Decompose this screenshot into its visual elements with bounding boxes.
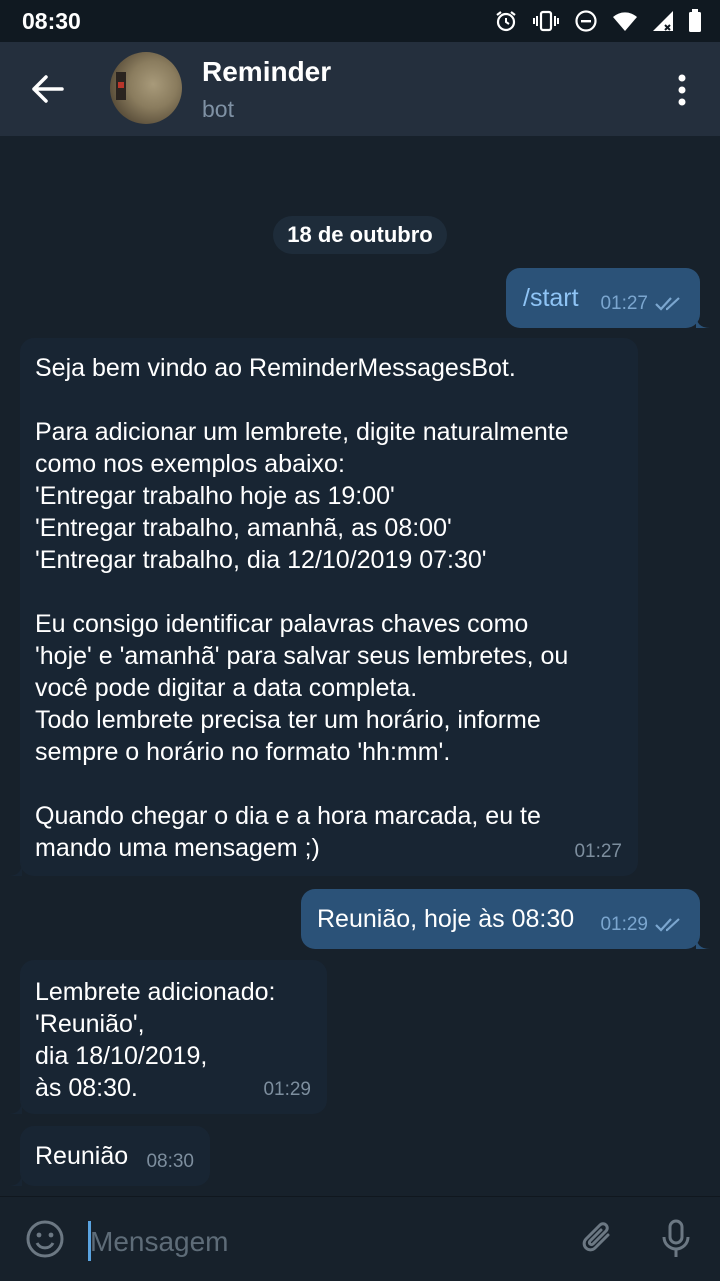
wifi-icon	[613, 12, 637, 31]
message-text: Seja bem vindo ao ReminderMessagesBot. P…	[35, 354, 569, 862]
smile-icon	[26, 1220, 64, 1258]
attach-button[interactable]	[578, 1217, 618, 1261]
do-not-disturb-icon	[575, 10, 597, 32]
status-bar: 08:30	[0, 0, 720, 42]
status-time: 08:30	[22, 8, 81, 34]
microphone-icon	[662, 1219, 690, 1257]
message-time: 01:29	[263, 1079, 311, 1100]
double-check-icon	[655, 297, 680, 311]
message-input[interactable]	[88, 1219, 552, 1265]
more-menu-button[interactable]	[670, 70, 694, 110]
bubble-tail	[8, 1100, 22, 1114]
signal-icon	[653, 11, 673, 31]
message-bubble-incoming[interactable]: Lembrete adicionado: 'Reunião', dia 18/1…	[20, 960, 327, 1114]
message-time: 01:27	[574, 841, 622, 862]
vibrate-icon	[533, 10, 559, 32]
message-bubble-outgoing[interactable]: /start 01:27	[506, 268, 700, 328]
message-time: 01:27	[600, 293, 648, 314]
alarm-icon	[496, 11, 516, 32]
more-vertical-icon	[678, 74, 686, 106]
avatar[interactable]	[110, 52, 182, 124]
message-time: 08:30	[146, 1151, 194, 1172]
bubble-tail	[696, 935, 710, 949]
bubble-tail	[696, 314, 710, 328]
message-meta: 08:30	[146, 1146, 194, 1178]
battery-icon	[689, 9, 701, 32]
emoji-button[interactable]	[25, 1219, 65, 1259]
message-meta: 01:29	[263, 1074, 311, 1106]
back-button[interactable]	[26, 69, 70, 109]
message-meta: 01:27	[600, 288, 684, 320]
message-time: 01:29	[600, 914, 648, 935]
double-check-icon	[655, 918, 680, 932]
chat-title[interactable]: Reminder	[202, 56, 331, 88]
message-composer	[0, 1196, 720, 1281]
bubble-tail	[8, 1172, 22, 1186]
microphone-button[interactable]	[660, 1217, 692, 1261]
arrow-left-icon	[32, 75, 64, 103]
status-icons	[494, 8, 702, 34]
date-separator: 18 de outubro	[273, 216, 447, 254]
message-bubble-outgoing[interactable]: Reunião, hoje às 08:30 01:29	[301, 889, 700, 949]
bubble-tail	[8, 862, 22, 876]
message-bubble-incoming[interactable]: Reunião 08:30	[20, 1126, 210, 1186]
message-meta: 01:27	[574, 836, 622, 868]
message-meta: 01:29	[600, 909, 684, 941]
message-list[interactable]: 18 de outubro /start 01:27 Seja bem vind…	[0, 136, 720, 1196]
chat-header: Reminder bot	[0, 42, 720, 136]
paperclip-icon	[582, 1222, 610, 1252]
chat-subtitle: bot	[202, 96, 234, 122]
message-bubble-incoming[interactable]: Seja bem vindo ao ReminderMessagesBot. P…	[20, 338, 638, 876]
